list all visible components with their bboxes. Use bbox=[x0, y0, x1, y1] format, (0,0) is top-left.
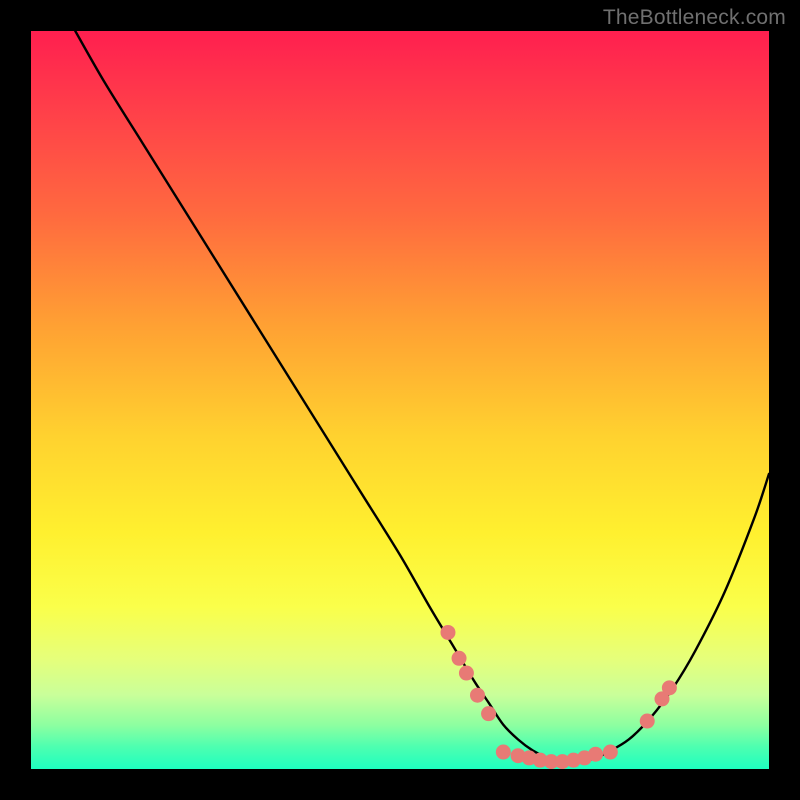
bottleneck-curve bbox=[75, 31, 769, 762]
data-point bbox=[662, 680, 677, 695]
data-point bbox=[603, 745, 618, 760]
data-point bbox=[440, 625, 455, 640]
data-point bbox=[496, 745, 511, 760]
data-point bbox=[452, 651, 467, 666]
data-point bbox=[640, 714, 655, 729]
curve-svg bbox=[31, 31, 769, 769]
data-point bbox=[481, 706, 496, 721]
watermark-text: TheBottleneck.com bbox=[603, 6, 786, 30]
data-point bbox=[459, 666, 474, 681]
chart-frame: TheBottleneck.com bbox=[0, 0, 800, 800]
data-point bbox=[470, 688, 485, 703]
plot-area bbox=[31, 31, 769, 769]
data-points bbox=[440, 625, 676, 769]
data-point bbox=[588, 747, 603, 762]
